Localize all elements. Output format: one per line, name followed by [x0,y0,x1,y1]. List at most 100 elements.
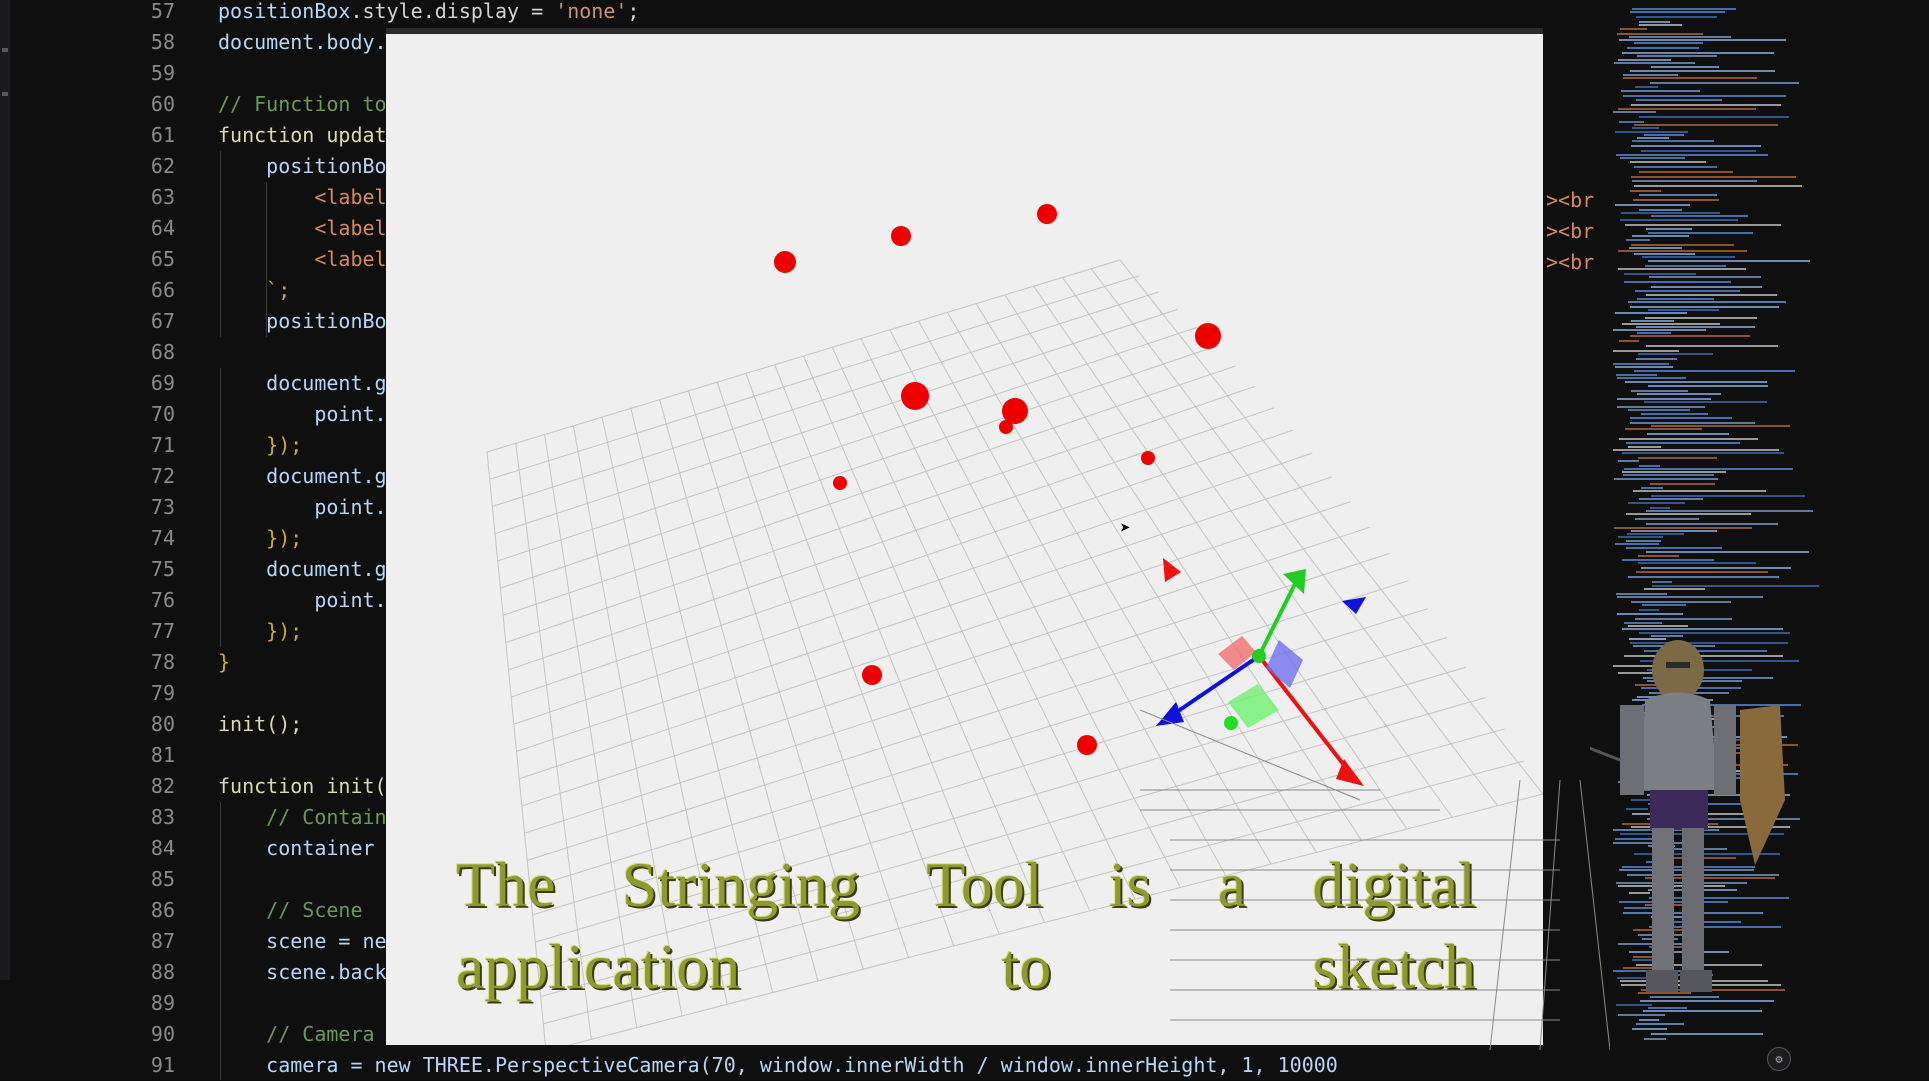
minimap-line [1651,215,1748,217]
minimap-line [1648,309,1719,311]
minimap-line [1639,194,1717,196]
point-marker[interactable] [999,420,1013,434]
minimap-line [1617,398,1711,400]
point-marker[interactable] [1077,735,1097,755]
minimap-line [1632,127,1659,129]
minimap-line [1614,478,1718,480]
code-line[interactable]: // Scene [218,895,362,926]
line-number: 91 [150,1053,175,1077]
code-line[interactable]: <label [218,244,386,275]
point-marker[interactable] [1195,323,1221,349]
plane-xy-handle[interactable] [1218,636,1256,670]
minimap-line [1631,601,1731,603]
code-token: }); [218,619,303,643]
minimap-line [1618,268,1746,270]
point-marker[interactable] [833,476,847,490]
plane-yz-handle[interactable] [1266,640,1303,688]
axis-y-arrowhead[interactable] [1283,569,1306,594]
line-number-gutter: 57 58 59 60 61 62 63 64 65 66 67 68 69 70 71 72 73 74 75 76… [0,0,185,1080]
code-line[interactable]: scene = ne [218,926,387,957]
point-cloud[interactable] [774,204,1221,755]
line-number: 69 [150,371,175,395]
code-line[interactable]: <label [218,182,386,213]
code-token: // Camera [218,1022,375,1046]
minimap-line [1624,622,1662,624]
code-fragment: ><br [1546,219,1595,243]
minimap-line [1636,99,1722,101]
point-marker[interactable] [862,665,882,685]
code-line[interactable]: }); [218,616,302,647]
line-number: 88 [150,960,175,984]
code-line[interactable]: }); [218,523,302,554]
code-token: document.g [218,464,387,488]
minimap-line [1613,363,1669,365]
code-line[interactable]: point. [218,399,387,430]
code-line[interactable]: camera = new THREE.PerspectiveCamera(70,… [218,1050,1338,1080]
code-line[interactable]: positionBo [218,306,386,337]
minimap-line [1630,417,1732,419]
minimap-line [1622,559,1714,561]
line-number: 75 [150,557,175,581]
minimap-line [1649,276,1761,278]
code-token: scene = ne [218,929,387,953]
code-line[interactable]: function init( [218,771,387,802]
minimap-line [1626,239,1650,241]
code-fragment: ><br [1546,188,1595,212]
settings-icon[interactable]: ⚙ [1767,1047,1791,1071]
minimap-line [1646,523,1778,525]
minimap-line [1627,533,1684,535]
minimap-line [1632,235,1689,237]
code-line[interactable]: positionBo [218,151,386,182]
minimap-line [1650,507,1670,509]
code-line[interactable]: point. [218,492,386,523]
code-line[interactable]: // Contain [218,802,387,833]
line-number: 70 [150,402,175,426]
minimap-line [1628,301,1786,303]
minimap-line [1647,433,1729,435]
minimap-line [1651,286,1762,288]
code-line[interactable]: point. [218,585,386,616]
minimap-line [1646,510,1813,512]
line-number: 78 [150,650,175,674]
code-line[interactable]: scene.back [218,957,386,988]
code-line[interactable]: document.g [218,554,386,585]
line-number: 80 [150,712,175,736]
point-marker[interactable] [1141,451,1155,465]
code-token: // Contain [218,805,387,829]
code-token: document.body. [218,30,387,54]
code-line[interactable]: container [218,833,374,864]
minimap-line [1624,273,1696,275]
line-number: 67 [150,309,175,333]
point-marker[interactable] [901,382,929,410]
code-line[interactable]: document.g [218,461,387,492]
code-line[interactable]: function updat [218,120,387,151]
point-marker[interactable] [774,251,796,273]
code-line[interactable]: `; [218,275,290,306]
code-line[interactable]: <label [218,213,386,244]
line-number: 73 [150,495,175,519]
line-number: 66 [150,278,175,302]
minimap-line [1639,609,1659,611]
code-line[interactable]: // Camera [218,1019,375,1050]
code-line[interactable]: // Function to [218,89,387,120]
code-line[interactable]: document.body. [218,27,387,58]
code-line[interactable]: }); [218,430,302,461]
line-number: 84 [150,836,175,860]
code-line[interactable]: positionBox.style.display = 'none'; [218,0,639,27]
code-token: positionBox [218,0,351,23]
code-token: point. [218,402,387,426]
gizmo-center[interactable] [1252,649,1266,663]
minimap-line [1624,281,1731,283]
line-number: 87 [150,929,175,953]
minimap-line [1638,353,1713,355]
minimap-line [1639,24,1682,26]
code-line[interactable]: } [218,647,230,678]
code-line[interactable]: document.g [218,368,386,399]
point-marker[interactable] [1037,204,1057,224]
minimap-line [1646,551,1809,553]
code-token: }); [218,526,303,550]
point-marker[interactable] [891,226,911,246]
minimap-line [1639,116,1789,118]
line-number: 74 [150,526,175,550]
code-line[interactable]: init(); [218,709,302,740]
